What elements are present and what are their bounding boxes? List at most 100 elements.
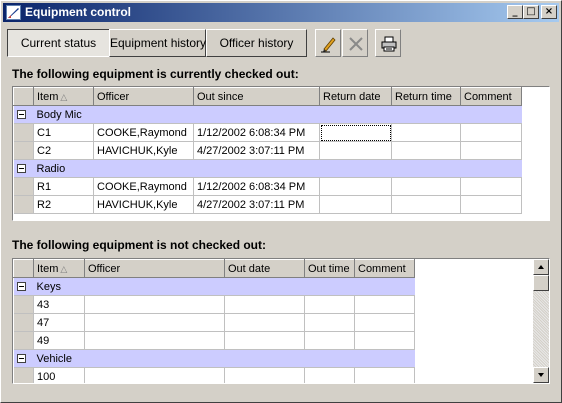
checked-out-grid[interactable]: Item △ Officer Out since Return date Retu… (12, 86, 550, 221)
cell-out-since[interactable]: 1/12/2002 6:08:34 PM (193, 123, 320, 142)
cell-officer[interactable] (84, 367, 225, 383)
column-header-return-time[interactable]: Return time (391, 87, 461, 106)
cell-out-date[interactable] (224, 331, 305, 350)
column-header-out-time[interactable]: Out time (304, 259, 355, 278)
table-row[interactable]: R1 COOKE,Raymond 1/12/2002 6:08:34 PM (13, 177, 522, 196)
cell-officer[interactable]: HAVICHUK,Kyle (93, 195, 194, 214)
group-row-radio[interactable]: Radio (13, 159, 522, 178)
cell-return-date[interactable] (319, 123, 392, 142)
cell-return-time[interactable] (391, 195, 461, 214)
collapse-toggle[interactable] (13, 277, 34, 296)
cell-officer[interactable]: COOKE,Raymond (93, 123, 194, 142)
row-selector[interactable] (13, 331, 34, 350)
cell-comment[interactable] (354, 313, 415, 332)
cell-return-date[interactable] (319, 195, 392, 214)
table-row[interactable]: 43 (13, 295, 415, 314)
cell-out-since[interactable]: 1/12/2002 6:08:34 PM (193, 177, 320, 196)
row-selector[interactable] (13, 313, 34, 332)
row-selector[interactable] (13, 195, 34, 214)
column-header-officer[interactable]: Officer (93, 87, 194, 106)
cell-item[interactable]: 43 (33, 295, 85, 314)
group-row-vehicle[interactable]: Vehicle (13, 349, 415, 368)
column-header-comment[interactable]: Comment (460, 87, 522, 106)
column-header-item[interactable]: Item △ (33, 259, 85, 278)
group-row-keys[interactable]: Keys (13, 277, 415, 296)
table-row[interactable]: R2 HAVICHUK,Kyle 4/27/2002 3:07:11 PM (13, 195, 522, 214)
cell-comment[interactable] (354, 367, 415, 383)
cell-comment[interactable] (354, 331, 415, 350)
print-button[interactable] (375, 29, 401, 57)
maximize-button[interactable]: □ (523, 5, 539, 19)
delete-button[interactable] (342, 29, 368, 57)
cell-officer[interactable] (84, 295, 225, 314)
collapse-icon[interactable] (16, 110, 26, 120)
cell-return-time[interactable] (391, 177, 461, 196)
cell-officer[interactable]: HAVICHUK,Kyle (93, 141, 194, 160)
cell-item[interactable]: C1 (33, 123, 94, 142)
app-icon (6, 5, 21, 20)
scroll-down-button[interactable] (533, 367, 549, 383)
column-header-out-date[interactable]: Out date (224, 259, 305, 278)
cell-item[interactable]: C2 (33, 141, 94, 160)
cell-comment[interactable] (460, 177, 522, 196)
cell-item[interactable]: 47 (33, 313, 85, 332)
cell-comment[interactable] (460, 195, 522, 214)
row-selector[interactable] (13, 141, 34, 160)
collapse-toggle[interactable] (13, 349, 34, 368)
collapse-icon[interactable] (16, 354, 26, 364)
collapse-icon[interactable] (16, 282, 26, 292)
cell-out-since[interactable]: 4/27/2002 3:07:11 PM (193, 195, 320, 214)
cell-return-date[interactable] (319, 141, 392, 160)
tab-current-status[interactable]: Current status (7, 29, 110, 57)
row-selector[interactable] (13, 295, 34, 314)
cell-comment[interactable] (460, 123, 522, 142)
scroll-up-button[interactable] (533, 259, 549, 275)
cell-item[interactable]: R1 (33, 177, 94, 196)
table-row[interactable]: 49 (13, 331, 415, 350)
scroll-thumb[interactable] (533, 275, 549, 291)
row-selector[interactable] (13, 367, 34, 383)
column-header-officer[interactable]: Officer (84, 259, 225, 278)
cell-officer[interactable] (84, 331, 225, 350)
cell-officer[interactable] (84, 313, 225, 332)
collapse-icon[interactable] (16, 164, 26, 174)
cell-out-time[interactable] (304, 295, 355, 314)
column-header-out-since[interactable]: Out since (193, 87, 320, 106)
not-checked-out-grid[interactable]: Item △ Officer Out date Out time Comment … (12, 258, 550, 384)
column-header-item[interactable]: Item △ (33, 87, 94, 106)
collapse-toggle[interactable] (13, 159, 34, 178)
minimize-button[interactable]: _ (507, 5, 523, 19)
group-row-body-mic[interactable]: Body Mic (13, 105, 522, 124)
table-row[interactable]: 100 (13, 367, 415, 383)
cell-item[interactable]: 49 (33, 331, 85, 350)
row-selector[interactable] (13, 123, 34, 142)
column-header-return-date[interactable]: Return date (319, 87, 392, 106)
edit-button[interactable] (315, 29, 341, 57)
collapse-toggle[interactable] (13, 105, 34, 124)
cell-return-time[interactable] (391, 141, 461, 160)
table-row[interactable]: 47 (13, 313, 415, 332)
tab-officer-history[interactable]: Officer history (206, 29, 307, 57)
row-selector[interactable] (13, 177, 34, 196)
cell-item[interactable]: 100 (33, 367, 85, 383)
cell-officer[interactable]: COOKE,Raymond (93, 177, 194, 196)
cell-return-date[interactable] (319, 177, 392, 196)
cell-out-time[interactable] (304, 313, 355, 332)
cell-out-date[interactable] (224, 295, 305, 314)
cell-comment[interactable] (460, 141, 522, 160)
column-header-comment[interactable]: Comment (354, 259, 415, 278)
cell-return-time[interactable] (391, 123, 461, 142)
cell-out-date[interactable] (224, 367, 305, 383)
table-row[interactable]: C2 HAVICHUK,Kyle 4/27/2002 3:07:11 PM (13, 141, 522, 160)
cell-out-time[interactable] (304, 331, 355, 350)
cell-out-since[interactable]: 4/27/2002 3:07:11 PM (193, 141, 320, 160)
cell-item[interactable]: R2 (33, 195, 94, 214)
cell-out-date[interactable] (224, 313, 305, 332)
cell-out-time[interactable] (304, 367, 355, 383)
tab-equipment-history[interactable]: Equipment history (109, 29, 206, 57)
title-bar[interactable]: Equipment control _ □ × (3, 3, 559, 22)
close-button[interactable]: × (541, 5, 557, 19)
cell-comment[interactable] (354, 295, 415, 314)
vertical-scrollbar[interactable] (533, 259, 549, 383)
table-row[interactable]: C1 COOKE,Raymond 1/12/2002 6:08:34 PM (13, 123, 522, 142)
